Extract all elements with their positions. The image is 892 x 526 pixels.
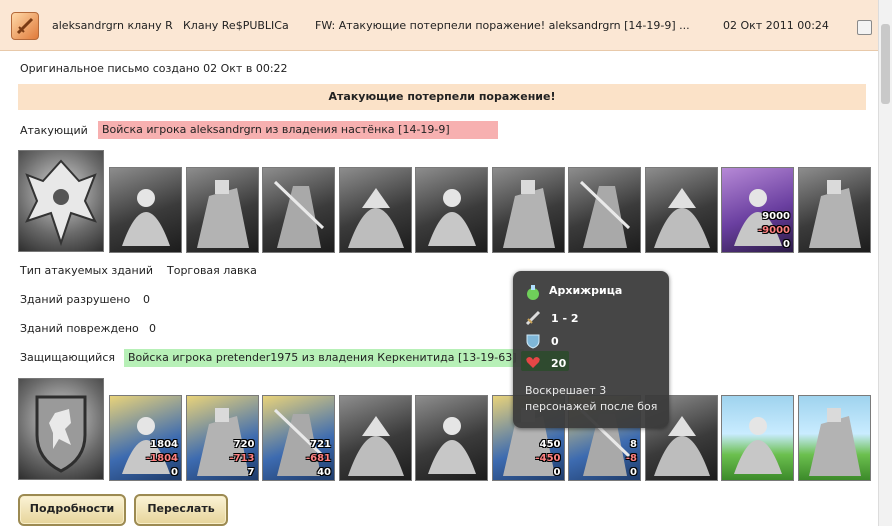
defender-unit-1-loss: -1804 — [146, 453, 178, 464]
attacker-unit-3[interactable] — [262, 167, 335, 253]
attacker-unit-8[interactable] — [644, 167, 718, 253]
defender-unit-10[interactable] — [797, 395, 871, 481]
sword-mail-icon — [11, 12, 39, 40]
defender-unit-7-loss: -8 — [625, 453, 637, 464]
original-note: Оригинальное письмо создано 02 Окт в 00:… — [20, 62, 288, 75]
attacker-unit-9-count: 9000 — [762, 211, 790, 222]
destroyed-value: 0 — [143, 293, 150, 306]
defender-unit-2-left: 7 — [247, 467, 255, 478]
attacker-unit-2[interactable] — [185, 167, 259, 253]
defender-unit-3-count: 721 — [310, 439, 331, 450]
damaged-label: Зданий повреждено — [20, 322, 139, 335]
subject: FW: Атакующие потерпели поражение! aleks… — [315, 19, 690, 32]
tooltip-health: 20 — [551, 357, 567, 370]
defender-race-emblem — [18, 378, 104, 480]
result-banner: Атакующие потерпели поражение! — [18, 84, 866, 110]
attacker-unit-5[interactable] — [415, 167, 488, 253]
defender-unit-6-count: 450 — [539, 439, 561, 450]
destroyed-label: Зданий разрушено — [20, 293, 131, 306]
attacker-unit-9-left: 0 — [783, 239, 790, 250]
tooltip-defense: 0 — [551, 335, 559, 348]
date: 02 Окт 2011 00:24 — [723, 19, 829, 32]
defender-unit-1-left: 0 — [171, 467, 178, 478]
attacker-unit-9[interactable]: 9000 -9000 0 — [721, 167, 794, 253]
defender-unit-2-loss: -713 — [229, 453, 255, 464]
unit-tooltip: Архижрица 1 - 2 0 20 Воскрешает 3 персон… — [513, 271, 669, 428]
tooltip-title: Архижрица — [549, 284, 623, 297]
defender-unit-3[interactable]: 721 -681 40 — [262, 395, 335, 481]
shield-icon — [524, 332, 542, 353]
defender-unit-9[interactable] — [721, 395, 794, 481]
heart-icon — [524, 353, 542, 374]
attacker-unit-6[interactable] — [491, 167, 565, 253]
message-header[interactable]: aleksandrgrn клану R Клану Re$PUBLICa FW… — [0, 0, 878, 51]
forward-button[interactable]: Переслать — [134, 494, 228, 526]
attacker-army: Войска игрока aleksandrgrn из владения н… — [98, 121, 498, 139]
defender-unit-7-count: 8 — [630, 439, 637, 450]
building-type-value: Торговая лавка — [167, 264, 257, 277]
defender-unit-2-count: 720 — [233, 439, 255, 450]
defender-unit-3-left: 40 — [317, 467, 331, 478]
recipient: Клану Re$PUBLICa — [183, 19, 289, 32]
attacker-race-emblem — [18, 150, 104, 252]
potion-icon — [524, 283, 542, 304]
defender-unit-1[interactable]: 1804 -1804 0 — [109, 395, 182, 481]
attacker-unit-9-loss: -9000 — [758, 225, 790, 236]
defender-unit-6-left: 0 — [553, 467, 561, 478]
defender-unit-5[interactable] — [415, 395, 488, 481]
scrollbar-thumb[interactable] — [881, 24, 890, 104]
defender-label: Защищающийся — [20, 351, 115, 364]
select-checkbox[interactable] — [857, 20, 872, 35]
defender-unit-7-left: 0 — [630, 467, 637, 478]
damaged-value: 0 — [149, 322, 156, 335]
attacker-unit-10[interactable] — [797, 167, 871, 253]
defender-unit-2[interactable]: 720 -713 7 — [185, 395, 259, 481]
attacker-unit-7[interactable] — [568, 167, 641, 253]
building-type-label: Тип атакуемых зданий — [20, 264, 154, 277]
defender-unit-6-loss: -450 — [535, 453, 561, 464]
sender: aleksandrgrn клану R — [52, 19, 173, 32]
tooltip-attack: 1 - 2 — [551, 312, 579, 325]
attacker-label: Атакующий — [20, 124, 88, 137]
details-button[interactable]: Подробности — [18, 494, 126, 526]
defender-unit-1-count: 1804 — [150, 439, 178, 450]
tooltip-description: Воскрешает 3 персонажей после боя — [525, 384, 658, 413]
defender-army: Войска игрока pretender1975 из владения … — [124, 349, 524, 367]
defender-unit-4[interactable] — [338, 395, 412, 481]
attacker-unit-1[interactable] — [109, 167, 182, 253]
sword-icon — [524, 309, 542, 330]
attacker-unit-4[interactable] — [338, 167, 412, 253]
defender-unit-3-loss: -681 — [305, 453, 331, 464]
scrollbar[interactable] — [878, 0, 892, 526]
